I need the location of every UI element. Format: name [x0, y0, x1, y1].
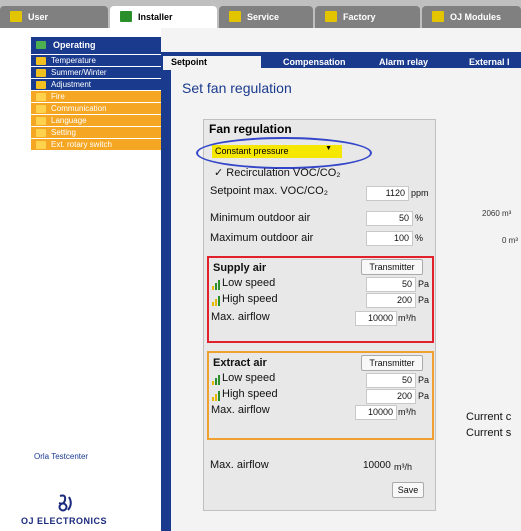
- rotary-switch-icon: [36, 141, 46, 149]
- setpoint-input[interactable]: 1120: [366, 186, 409, 201]
- extract-air-heading: Extract air: [213, 357, 267, 369]
- supply-low-speed-input[interactable]: 50: [366, 277, 416, 292]
- supply-flow-readout: 2060 m³: [482, 209, 512, 218]
- supply-high-unit: Pa: [418, 295, 430, 305]
- language-icon: [36, 117, 46, 125]
- summer-winter-icon: [36, 69, 46, 77]
- communication-icon: [36, 105, 46, 113]
- tab-factory[interactable]: Factory: [315, 6, 420, 28]
- total-airflow-label: Max. airflow: [210, 459, 269, 471]
- nav-item-adjustment[interactable]: Adjustment: [31, 78, 161, 90]
- tab-oj-modules[interactable]: OJ Modules: [422, 6, 521, 28]
- supply-transmitter-button[interactable]: Transmitter: [361, 259, 423, 275]
- low-speed-icon: [212, 375, 220, 385]
- supply-airflow-unit: m³/h: [398, 313, 416, 323]
- nav-menu: Operating Temperature Summer/Winter Adju…: [31, 37, 161, 150]
- oj-modules-icon: [432, 11, 444, 22]
- adjustment-icon: [36, 81, 46, 89]
- supply-high-speed-label: High speed: [222, 293, 278, 305]
- max-outdoor-unit: %: [415, 233, 424, 243]
- low-speed-icon: [212, 280, 220, 290]
- oj-logo-icon: [58, 494, 72, 512]
- fire-icon: [36, 93, 46, 101]
- nav-header-operating[interactable]: Operating: [31, 37, 161, 54]
- user-icon: [10, 11, 22, 22]
- tab-service[interactable]: Service: [219, 6, 313, 28]
- nav-item-summer-winter[interactable]: Summer/Winter: [31, 66, 161, 78]
- extract-airflow-label: Max. airflow: [211, 404, 270, 416]
- extract-high-speed-input[interactable]: 200: [366, 389, 416, 404]
- oj-electronics-logo-text: OJ ELECTRONICS: [21, 516, 108, 526]
- extract-high-speed-label: High speed: [222, 388, 278, 400]
- nav-item-setting[interactable]: Setting: [31, 126, 161, 138]
- fan-regulation-heading: Fan regulation: [209, 122, 292, 136]
- min-outdoor-label: Minimum outdoor air: [210, 212, 311, 224]
- setpoint-unit: ppm: [411, 188, 429, 198]
- supply-air-heading: Supply air: [213, 262, 267, 274]
- factory-icon: [325, 11, 337, 22]
- extract-low-unit: Pa: [418, 375, 430, 385]
- supply-low-unit: Pa: [418, 279, 430, 289]
- current-label-2: Current s: [466, 427, 512, 439]
- total-airflow-unit: m³/h: [394, 462, 412, 472]
- extract-airflow-input[interactable]: 10000: [355, 405, 397, 420]
- setpoint-label: Setpoint max. VOC/CO₂: [210, 185, 328, 197]
- temperature-icon: [36, 57, 46, 65]
- high-speed-icon: [212, 296, 220, 306]
- highlight-ellipse: [196, 137, 372, 169]
- current-label-1: Current c: [466, 411, 512, 423]
- extract-flow-readout: 0 m³: [502, 236, 518, 245]
- supply-high-speed-input[interactable]: 200: [366, 293, 416, 308]
- service-icon: [229, 11, 241, 22]
- operating-icon: [36, 41, 46, 49]
- max-outdoor-label: Maximum outdoor air: [210, 232, 314, 244]
- page-title: Set fan regulation: [182, 80, 292, 96]
- extract-high-unit: Pa: [418, 391, 430, 401]
- nav-item-language[interactable]: Language: [31, 114, 161, 126]
- nav-item-communication[interactable]: Communication: [31, 102, 161, 114]
- nav-item-fire[interactable]: Fire: [31, 90, 161, 102]
- setting-icon: [36, 129, 46, 137]
- high-speed-icon: [212, 391, 220, 401]
- extract-low-speed-input[interactable]: 50: [366, 373, 416, 388]
- tab-user[interactable]: User: [0, 6, 108, 28]
- testcenter-label: Orla Testcenter: [34, 452, 89, 461]
- total-airflow-value: 10000: [363, 460, 391, 471]
- supply-low-speed-label: Low speed: [222, 277, 276, 289]
- min-outdoor-input[interactable]: 50: [366, 211, 413, 226]
- tab-installer[interactable]: Installer: [110, 6, 217, 28]
- top-tab-bar: User Installer Service Factory OJ Module…: [0, 0, 521, 28]
- min-outdoor-unit: %: [415, 213, 424, 223]
- extract-low-speed-label: Low speed: [222, 372, 276, 384]
- nav-item-temperature[interactable]: Temperature: [31, 54, 161, 66]
- installer-icon: [120, 11, 132, 22]
- max-outdoor-input[interactable]: 100: [366, 231, 413, 246]
- save-button[interactable]: Save: [392, 482, 424, 498]
- extract-transmitter-button[interactable]: Transmitter: [361, 355, 423, 371]
- supply-airflow-label: Max. airflow: [211, 311, 270, 323]
- supply-airflow-input[interactable]: 10000: [355, 311, 397, 326]
- extract-airflow-unit: m³/h: [398, 407, 416, 417]
- nav-item-ext-rotary-switch[interactable]: Ext. rotary switch: [31, 138, 161, 150]
- recirculation-checkbox[interactable]: ✓ Recirculation VOC/CO₂: [214, 166, 341, 179]
